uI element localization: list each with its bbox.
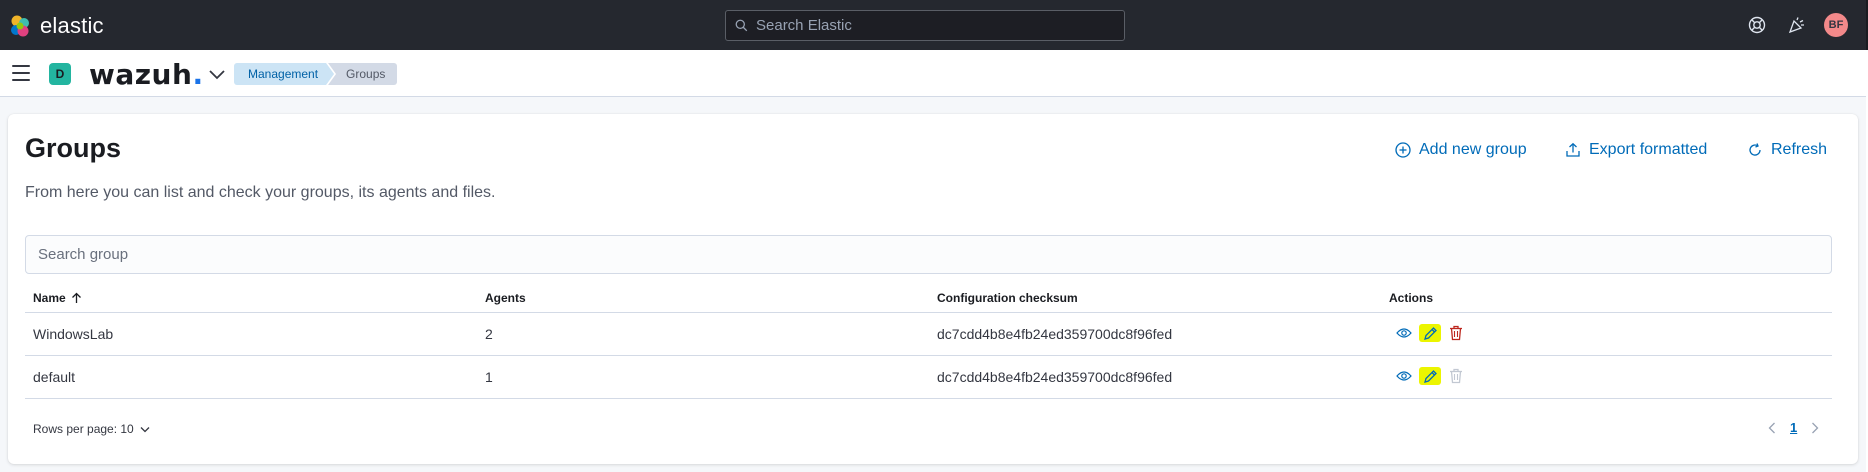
elastic-logo[interactable]: elastic [8, 13, 104, 39]
space-avatar[interactable]: D [49, 63, 71, 85]
app-subheader: D wazuh. Management Groups [0, 50, 1866, 97]
page-description: From here you can list and check your gr… [25, 184, 496, 201]
table-header: Name Agents Configuration checksum Actio… [25, 282, 1832, 313]
group-name-cell: WindowsLab [33, 326, 114, 342]
breadcrumb-groups: Groups [328, 63, 398, 85]
chevron-down-icon [140, 426, 150, 432]
export-formatted-button[interactable]: Export formatted [1565, 141, 1707, 159]
checksum-cell: dc7cdd4b8e4fb24ed359700dc8f96fed [937, 326, 1173, 342]
checksum-cell: dc7cdd4b8e4fb24ed359700dc8f96fed [937, 369, 1173, 385]
help-icon[interactable] [1746, 14, 1768, 36]
view-icon[interactable] [1395, 324, 1413, 342]
wazuh-logo-text: wazuh [89, 58, 193, 91]
sort-ascending-icon [71, 292, 81, 303]
pagination: 1 [1768, 420, 1819, 435]
global-search[interactable]: Search Elastic [725, 10, 1125, 41]
wazuh-logo-dot: . [192, 58, 204, 91]
export-formatted-label: Export formatted [1589, 141, 1708, 158]
search-placeholder: Search Elastic [756, 17, 852, 34]
brand-name: elastic [40, 13, 104, 38]
row-actions [1395, 367, 1465, 385]
plus-circle-icon [1395, 142, 1411, 158]
add-new-group-label: Add new group [1419, 141, 1527, 158]
column-header-agents[interactable]: Agents [485, 291, 526, 305]
edit-pencil-icon[interactable] [1419, 324, 1441, 342]
column-header-checksum[interactable]: Configuration checksum [937, 291, 1078, 305]
groups-panel: Groups From here you can list and check … [8, 114, 1858, 464]
top-header: elastic Search Elastic BF [0, 0, 1868, 50]
add-new-group-button[interactable]: Add new group [1395, 141, 1527, 159]
refresh-label: Refresh [1771, 141, 1828, 158]
breadcrumb: Management Groups [234, 63, 398, 85]
view-icon[interactable] [1395, 367, 1413, 385]
column-header-actions: Actions [1389, 291, 1434, 305]
export-icon [1566, 142, 1580, 157]
column-name-label: Name [33, 291, 66, 305]
table-row[interactable]: WindowsLab 2 dc7cdd4b8e4fb24ed359700dc8f… [25, 313, 1832, 356]
refresh-button[interactable]: Refresh [1747, 141, 1827, 159]
menu-toggle-icon[interactable] [12, 65, 30, 81]
edit-pencil-icon[interactable] [1419, 367, 1441, 385]
user-avatar[interactable]: BF [1824, 13, 1848, 37]
search-group-input[interactable] [38, 246, 1831, 263]
elastic-logo-icon [11, 15, 29, 37]
row-actions [1395, 324, 1465, 342]
search-group-field[interactable] [25, 235, 1832, 274]
rows-per-page-label: Rows per page: 10 [33, 422, 134, 436]
agents-count-cell: 2 [485, 326, 493, 342]
column-header-name[interactable]: Name [33, 291, 82, 305]
page-title: Groups [25, 133, 122, 163]
agents-count-cell: 1 [485, 369, 493, 385]
rows-per-page-selector[interactable]: Rows per page: 10 [33, 422, 150, 436]
refresh-icon [1749, 143, 1761, 156]
chevron-down-icon[interactable] [208, 67, 226, 81]
page-number-button[interactable]: 1 [1790, 420, 1797, 435]
newsfeed-icon[interactable] [1786, 14, 1808, 36]
delete-trash-icon[interactable] [1447, 324, 1465, 342]
group-name-cell: default [33, 369, 76, 385]
groups-table: Name Agents Configuration checksum Actio… [25, 282, 1832, 399]
delete-trash-icon-disabled [1447, 367, 1465, 385]
wazuh-logo[interactable]: wazuh. [89, 58, 204, 91]
table-row[interactable]: default 1 dc7cdd4b8e4fb24ed359700dc8f96f… [25, 356, 1832, 399]
chevron-right-icon[interactable] [1811, 422, 1819, 434]
chevron-left-icon[interactable] [1768, 422, 1776, 434]
search-icon [735, 19, 748, 32]
breadcrumb-management[interactable]: Management [234, 63, 334, 85]
